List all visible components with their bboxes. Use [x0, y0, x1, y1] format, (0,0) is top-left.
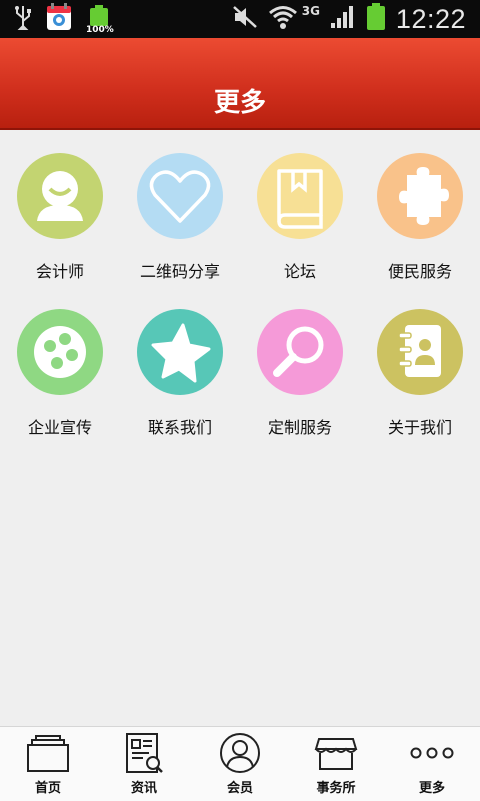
grid-item-label: 二维码分享 — [139, 262, 220, 281]
star-icon — [137, 309, 223, 395]
dots-icon — [17, 309, 103, 395]
grid-item-label: 联系我们 — [147, 418, 212, 437]
grid-item-label: 定制服务 — [267, 418, 332, 437]
nav-label: 首页 — [34, 781, 61, 796]
battery-percent-text: 100% — [86, 25, 114, 35]
home-icon — [23, 731, 73, 775]
nav-label: 会员 — [226, 781, 253, 796]
grid-item-label: 论坛 — [283, 262, 316, 281]
battery-full-icon: 100% — [86, 5, 114, 35]
grid-item-convenience[interactable]: 便民服务 — [360, 150, 480, 290]
puzzle-icon — [377, 153, 463, 239]
accountant-icon — [17, 153, 103, 239]
nav-label: 更多 — [418, 781, 445, 796]
wifi-icon — [268, 4, 298, 34]
grid-item-qrcode-share[interactable]: 二维码分享 — [120, 150, 240, 290]
mute-icon — [232, 5, 258, 33]
grid-item-contact-us[interactable]: 联系我们 — [120, 306, 240, 446]
title-bar: 更多 — [0, 38, 480, 130]
status-bar: 100% 3G 12:22 — [0, 0, 480, 38]
nav-item-home[interactable]: 首页 — [0, 727, 96, 801]
more-icon — [407, 731, 457, 775]
grid-item-accountant[interactable]: 会计师 — [0, 150, 120, 290]
member-icon — [215, 731, 265, 775]
nav-item-member[interactable]: 会员 — [192, 727, 288, 801]
battery-icon — [366, 3, 386, 35]
nav-label: 资讯 — [130, 781, 157, 796]
app-notification-icon — [46, 3, 72, 35]
nav-item-firm[interactable]: 事务所 — [288, 727, 384, 801]
grid-item-label: 关于我们 — [387, 418, 452, 437]
network-type: 3G — [301, 4, 320, 18]
nav-label: 事务所 — [316, 781, 356, 796]
news-icon — [119, 731, 169, 775]
grid-item-forum[interactable]: 论坛 — [240, 150, 360, 290]
magnifier-icon — [257, 309, 343, 395]
nav-item-more[interactable]: 更多 — [384, 727, 480, 801]
grid-item-label: 会计师 — [35, 262, 84, 281]
nav-item-news[interactable]: 资讯 — [96, 727, 192, 801]
signal-icon — [330, 5, 356, 33]
grid-item-label: 企业宣传 — [27, 418, 92, 437]
grid-item-custom-service[interactable]: 定制服务 — [240, 306, 360, 446]
usb-icon — [14, 4, 32, 34]
book-icon — [257, 153, 343, 239]
page-title: 更多 — [213, 88, 266, 118]
grid-item-label: 便民服务 — [387, 262, 452, 281]
grid-item-about-us[interactable]: 关于我们 — [360, 306, 480, 446]
shop-icon — [311, 731, 361, 775]
heart-icon — [137, 153, 223, 239]
bottom-nav: 首页 资讯 会员 事务所 更多 — [0, 726, 480, 801]
contacts-book-icon — [377, 309, 463, 395]
status-time: 12:22 — [395, 3, 466, 34]
grid-item-promotion[interactable]: 企业宣传 — [0, 306, 120, 446]
